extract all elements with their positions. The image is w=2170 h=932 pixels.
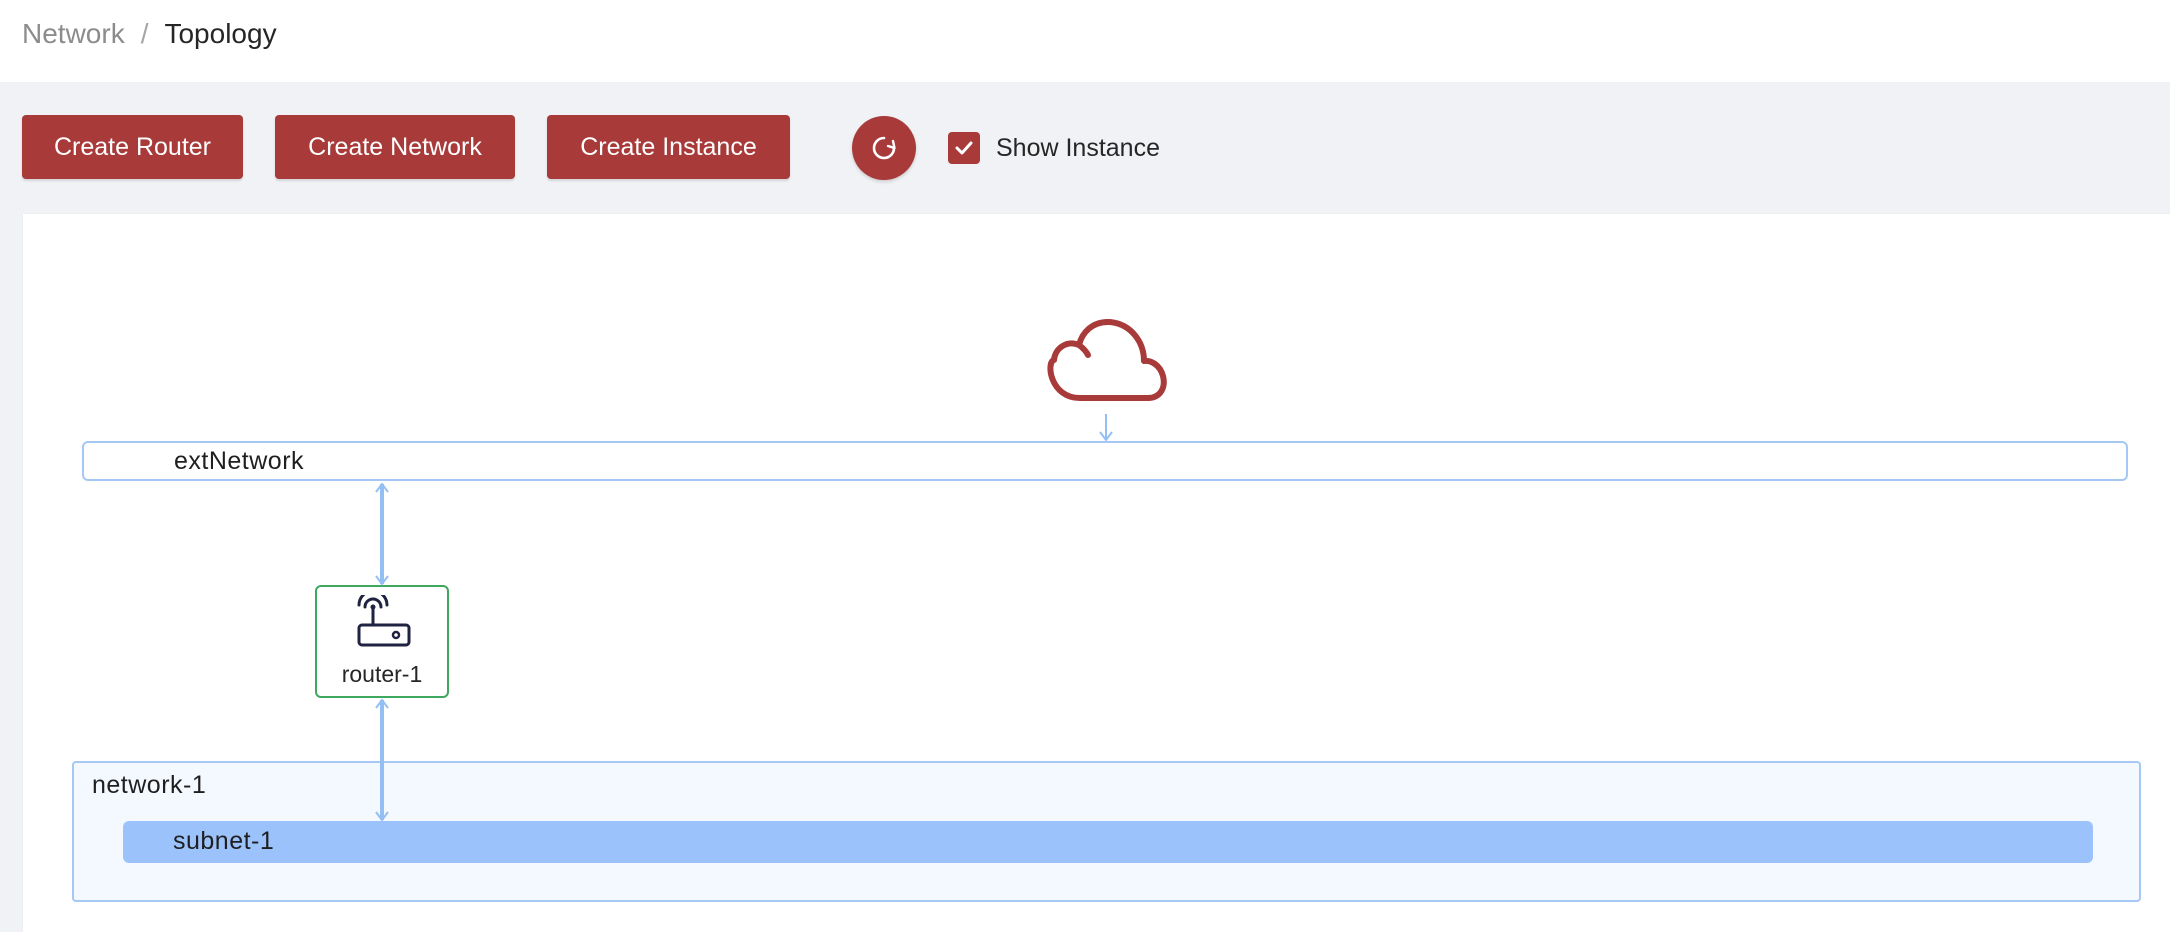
- topology-links: [375, 318, 1167, 822]
- cloud-icon[interactable]: [1047, 318, 1167, 401]
- router-subnet-link: [375, 698, 389, 822]
- router-external-link: [375, 482, 389, 586]
- cloud-link: [1099, 414, 1113, 442]
